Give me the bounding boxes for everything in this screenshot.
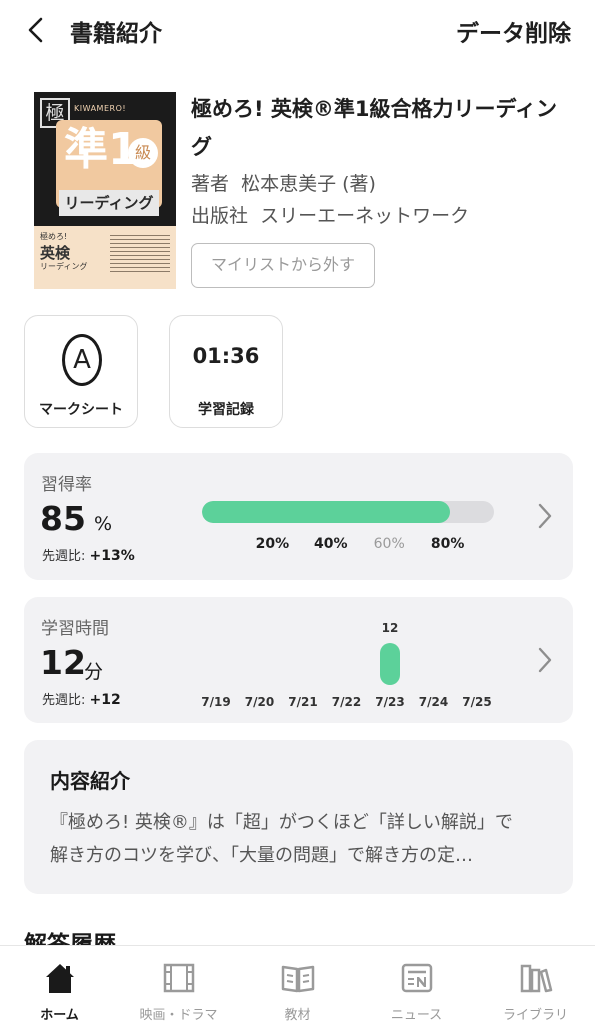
author-line: 著者 松本恵美子 (著): [191, 169, 376, 196]
mastery-progress-track: [202, 501, 494, 523]
mastery-value: 85: [40, 499, 86, 538]
tab-label: ライブラリ: [502, 1008, 568, 1023]
chart-day-label: 7/21: [288, 695, 318, 709]
cover-small-text: 極めろ!: [40, 232, 68, 241]
study-time-diff: 先週比: +12: [42, 689, 121, 708]
book-title: 極めろ! 英検®準1級合格力リーディング: [191, 97, 558, 159]
cover-small-text: リーディング: [40, 262, 88, 271]
top-header: 書籍紹介 データ削除: [0, 0, 595, 62]
news-icon: [401, 963, 433, 993]
study-record-tile[interactable]: 01:36 学習記録: [169, 315, 283, 428]
publisher-line: 出版社 スリーエーネットワーク: [191, 201, 469, 228]
tab-materials[interactable]: 教材: [238, 946, 357, 1024]
study-record-label: 学習記録: [198, 402, 254, 418]
mastery-tick-label: 40%: [314, 536, 348, 552]
cover-badge: 級: [128, 138, 158, 168]
chart-day-label: 7/22: [331, 695, 362, 709]
bottom-tab-bar: ホーム 映画・ドラマ 教材 ニュース ライブラリ: [0, 945, 595, 1024]
tab-label: 教材: [284, 1008, 311, 1023]
cover-sub-text: リーディング: [59, 190, 159, 216]
page-title: 書籍紹介: [70, 21, 162, 47]
chart-bar-value: 12: [381, 621, 399, 635]
mastery-tick-label: 60%: [373, 536, 405, 552]
publisher-label: 出版社: [191, 205, 249, 227]
description-line: 解き方のコツを学び、「大量の問題」で解き方の定…: [50, 845, 473, 866]
study-record-value: 01:36: [192, 344, 260, 368]
description-line: 『極めろ! 英検®』は「超」がつくほど「詳しい解説」で: [50, 812, 513, 833]
mastery-label: 習得率: [41, 475, 92, 495]
cover-brand: KIWAMERO!: [74, 104, 127, 113]
tab-label: 映画・ドラマ: [139, 1008, 218, 1023]
tab-home[interactable]: ホーム: [0, 946, 119, 1024]
back-chevron-icon[interactable]: [24, 16, 48, 44]
book-cover-image: 極 KIWAMERO! 準1 級 リーディング 極めろ! 英検 リーディング: [34, 92, 176, 289]
film-icon: [163, 963, 195, 993]
chart-day-label: 7/24: [418, 695, 449, 709]
chart-bar: [380, 643, 400, 685]
chevron-right-icon[interactable]: [537, 646, 553, 674]
description-card[interactable]: 内容紹介 『極めろ! 英検®』は「超」がつくほど「詳しい解説」で 解き方のコツを…: [24, 740, 573, 894]
study-time-diff-label: 先週比:: [42, 693, 86, 708]
tab-movies-dramas[interactable]: 映画・ドラマ: [119, 946, 238, 1024]
tab-label: ホーム: [40, 1008, 79, 1023]
book-icon: [281, 965, 315, 993]
author-name: 松本恵美子 (著): [241, 173, 376, 195]
study-time-unit: 分: [84, 661, 104, 683]
delete-data-button[interactable]: データ削除: [456, 14, 571, 48]
mastery-tick-label: 20%: [255, 536, 290, 552]
chevron-right-icon[interactable]: [537, 502, 553, 530]
mastery-diff-label: 先週比:: [42, 549, 86, 564]
chart-day-label: 7/20: [244, 695, 275, 709]
mastery-diff-value: +13%: [89, 548, 135, 564]
study-time-card[interactable]: 学習時間 12 分 先週比: +12 7/19 7/20 7/21 7/22 7/23 1…: [24, 597, 573, 723]
tab-library[interactable]: ライブラリ: [476, 946, 595, 1024]
library-icon: [520, 964, 553, 993]
description-text: 『極めろ! 英検®』は「超」がつくほど「詳しい解説」で 解き方のコツを学び、「大…: [50, 806, 555, 872]
cover-small-text: 英検: [40, 244, 71, 262]
home-icon: [46, 964, 74, 993]
description-title: 内容紹介: [50, 769, 130, 793]
mark-sheet-icon: A: [62, 334, 102, 386]
mastery-rate-card[interactable]: 習得率 85 % 先週比: +13% 20% 40% 60% 80%: [24, 453, 573, 580]
mastery-unit: %: [94, 513, 113, 535]
mastery-progress-fill: [202, 501, 451, 523]
chart-day-label: 7/23: [375, 695, 405, 709]
mark-sheet-tile[interactable]: A マークシート: [24, 315, 138, 428]
chart-day-label: 7/19: [201, 695, 231, 709]
mastery-diff: 先週比: +13%: [42, 545, 135, 564]
study-time-diff-value: +12: [89, 692, 121, 708]
mark-sheet-label: マークシート: [39, 402, 123, 418]
author-label: 著者: [191, 173, 230, 195]
tab-news[interactable]: ニュース: [357, 946, 476, 1024]
study-time-value: 12: [40, 643, 86, 682]
cover-bottom-band: 極めろ! 英検 リーディング: [34, 226, 176, 289]
chart-day-label: 7/25: [462, 695, 492, 709]
mastery-tick-label: 80%: [430, 536, 465, 552]
study-time-label: 学習時間: [41, 619, 109, 639]
publisher-name: スリーエーネットワーク: [260, 205, 470, 227]
cover-body-text: [110, 232, 170, 272]
tab-label: ニュース: [390, 1008, 443, 1023]
remove-from-mylist-button[interactable]: マイリストから外す: [191, 243, 375, 288]
